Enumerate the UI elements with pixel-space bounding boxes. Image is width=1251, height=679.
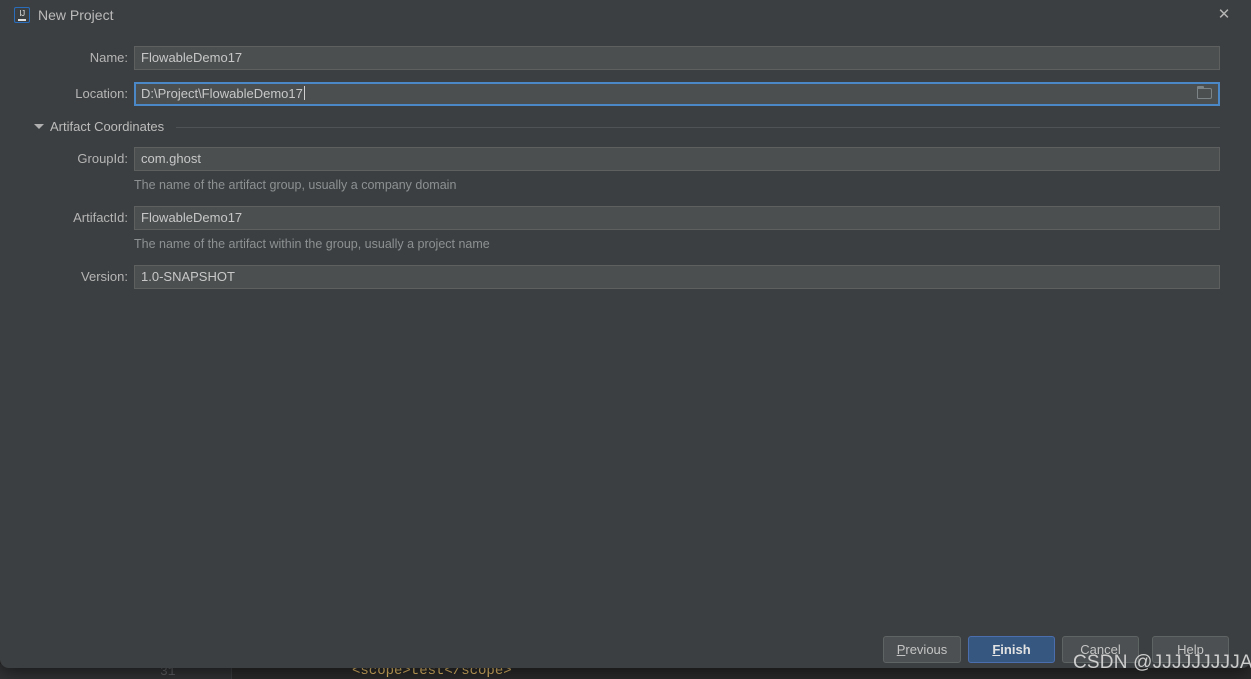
dialog-titlebar: IJ New Project ✕ [0,0,1251,30]
csdn-watermark: CSDN @JJJJJJJJJAVA [1073,652,1251,673]
folder-icon[interactable] [1197,86,1213,100]
artifact-coordinates-title: Artifact Coordinates [50,119,165,134]
version-input[interactable]: 1.0-SNAPSHOT [134,265,1220,289]
chevron-down-icon[interactable] [34,124,44,129]
artifactid-hint: The name of the artifact within the grou… [134,237,490,251]
finish-button-label: inish [1000,642,1031,657]
artifact-coordinates-section-header[interactable]: Artifact Coordinates [34,119,1220,135]
name-input[interactable]: FlowableDemo17 [134,46,1220,70]
text-caret [303,86,305,100]
folder-icon-body [1197,88,1212,99]
dialog-title: New Project [38,7,114,23]
groupid-hint: The name of the artifact group, usually … [134,178,457,192]
section-divider [176,127,1220,128]
app-icon-bar [18,18,26,21]
finish-button[interactable]: Finish [968,636,1055,663]
artifactid-label: ArtifactId: [73,210,128,225]
intellij-idea-icon: IJ [14,7,30,23]
previous-button[interactable]: Previous [883,636,961,663]
location-label: Location: [75,86,128,101]
screen: <dependency> <groupId> <dependency> 31 <… [0,0,1251,679]
groupid-label: GroupId: [77,151,128,166]
name-label: Name: [89,50,128,65]
app-icon-text: IJ [19,8,25,18]
location-input[interactable]: D:\Project\FlowableDemo17 [134,82,1220,106]
location-input-value: D:\Project\FlowableDemo17 [141,86,303,101]
previous-button-label: revious [905,642,948,657]
groupid-input[interactable]: com.ghost [134,147,1220,171]
version-label: Version: [81,269,128,284]
new-project-dialog: IJ New Project ✕ Name: FlowableDemo17 Lo… [0,0,1251,668]
close-icon[interactable]: ✕ [1215,6,1233,24]
artifactid-input[interactable]: FlowableDemo17 [134,206,1220,230]
